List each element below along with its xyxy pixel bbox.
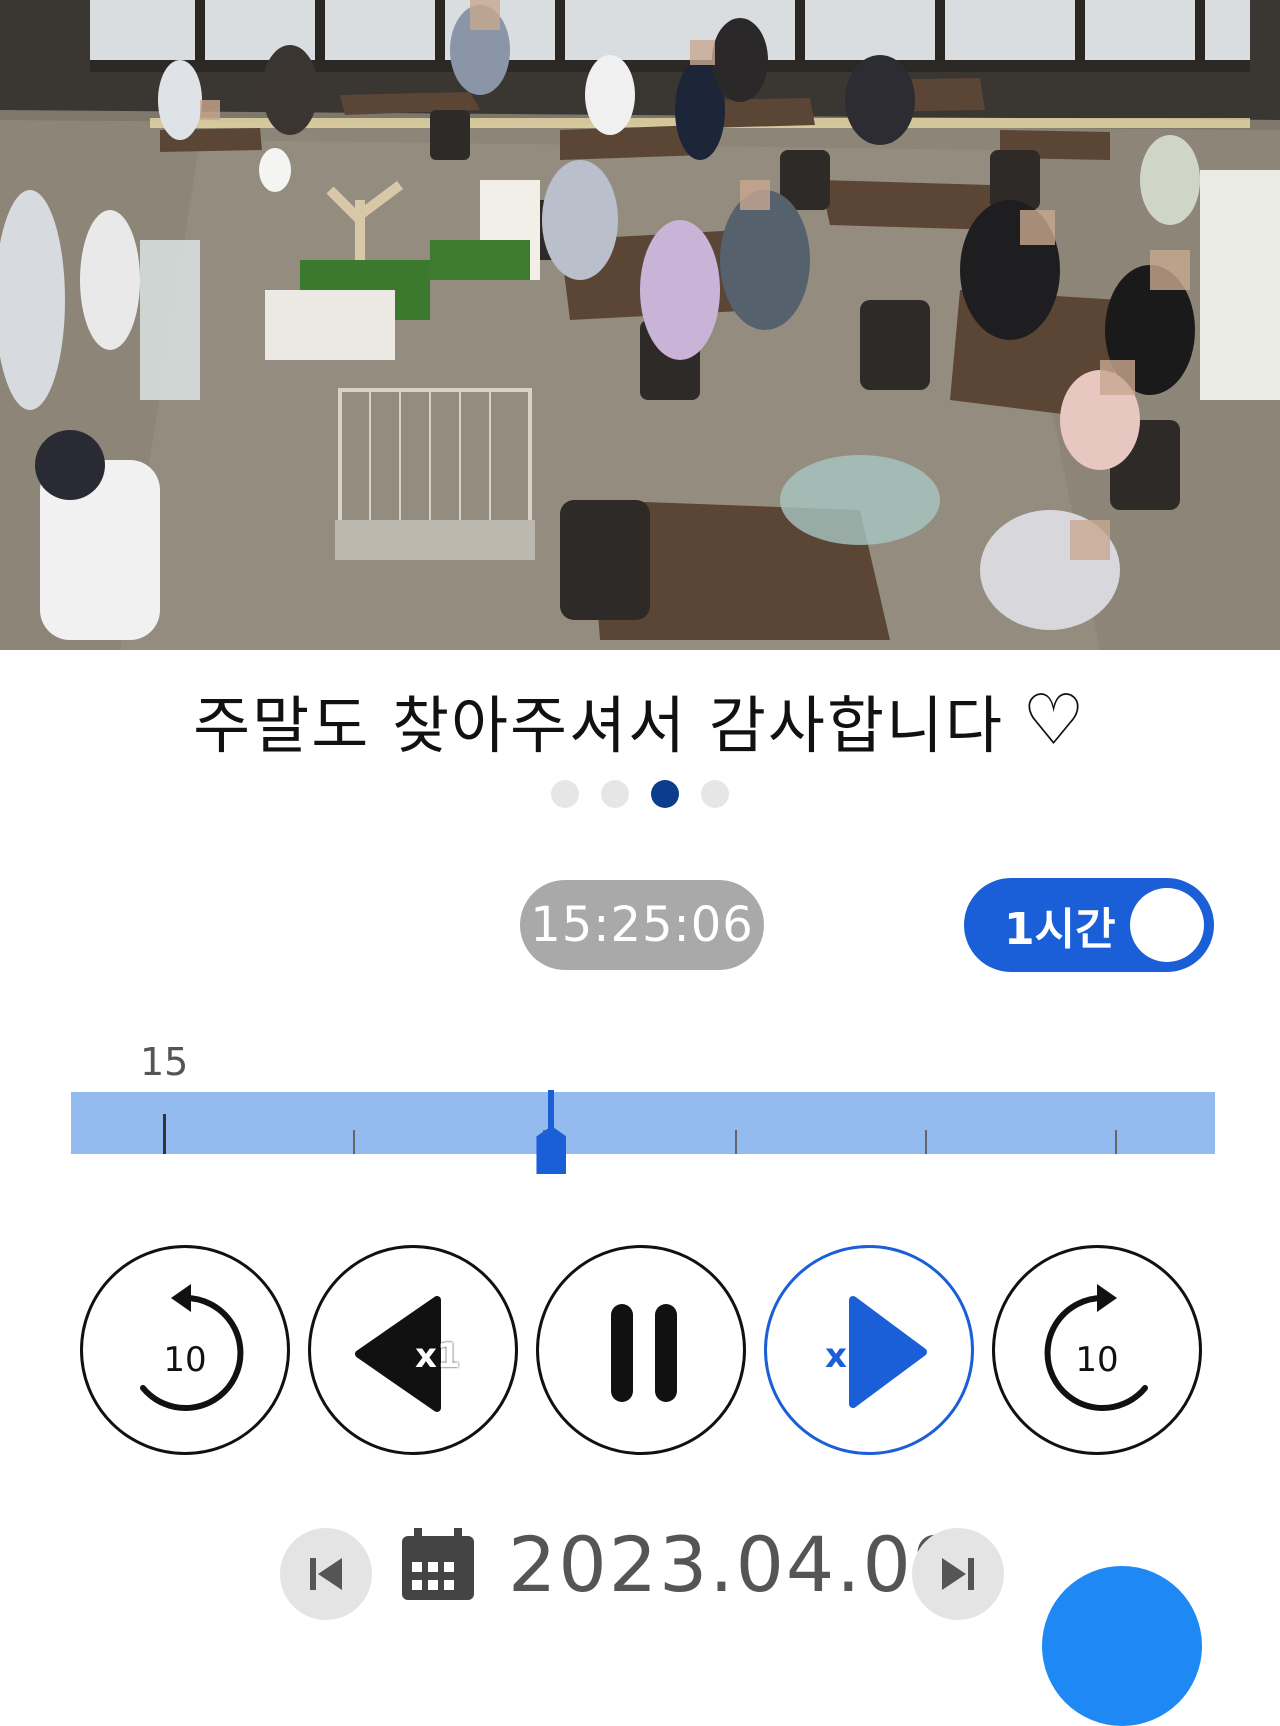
timeline-tick-hour <box>163 1114 166 1154</box>
page-dot[interactable] <box>601 780 629 808</box>
forward-10-button[interactable]: 10 <box>992 1245 1202 1455</box>
timeline-tick <box>353 1130 355 1154</box>
heart-icon: ♡ <box>1022 679 1087 761</box>
calendar-icon[interactable] <box>400 1528 476 1604</box>
timeline-tick <box>1115 1130 1117 1154</box>
timeline-hour-label: 15 <box>140 1040 189 1084</box>
playback-controls: 10 x1 x1 10 <box>80 1245 1210 1455</box>
timeline-tick <box>735 1130 737 1154</box>
rewind-seconds: 10 <box>163 1340 207 1380</box>
video-feed[interactable] <box>0 0 1280 650</box>
skip-previous-icon <box>310 1558 342 1590</box>
forward-play-icon <box>849 1296 927 1408</box>
page-dot[interactable] <box>551 780 579 808</box>
range-toggle-label: 1시간 <box>1004 904 1116 955</box>
cafe-scene-image <box>0 0 1280 650</box>
caption: 주말도 찾아주셔서 감사합니다 ♡ <box>0 665 1280 775</box>
page-dot-active[interactable] <box>651 780 679 808</box>
forward-seconds: 10 <box>1075 1340 1119 1380</box>
page-dot[interactable] <box>701 780 729 808</box>
toggle-knob <box>1130 888 1204 962</box>
range-toggle[interactable]: 1시간 <box>964 878 1214 972</box>
current-time-display: 15:25:06 <box>520 880 764 970</box>
pause-button[interactable] <box>536 1245 746 1455</box>
rewind-10-button[interactable]: 10 <box>80 1245 290 1455</box>
forward-play-button[interactable]: x1 <box>764 1245 974 1455</box>
pause-icon <box>611 1304 677 1402</box>
reverse-play-button[interactable]: x1 <box>308 1245 518 1455</box>
forward-speed-label: x1 <box>825 1336 871 1376</box>
page-indicator <box>0 780 1280 808</box>
reverse-speed-label: x1 <box>415 1336 461 1376</box>
timeline-playhead[interactable] <box>536 1090 567 1174</box>
selected-date[interactable]: 2023.04.09 <box>508 1520 963 1609</box>
previous-day-button[interactable] <box>280 1528 372 1620</box>
timeline-scrubber[interactable] <box>71 1090 1215 1174</box>
floating-action-button[interactable] <box>1042 1566 1202 1726</box>
caption-text: 주말도 찾아주셔서 감사합니다 <box>193 689 1005 762</box>
timeline-tick <box>925 1130 927 1154</box>
skip-next-icon <box>942 1558 974 1590</box>
next-day-button[interactable] <box>912 1528 1004 1620</box>
